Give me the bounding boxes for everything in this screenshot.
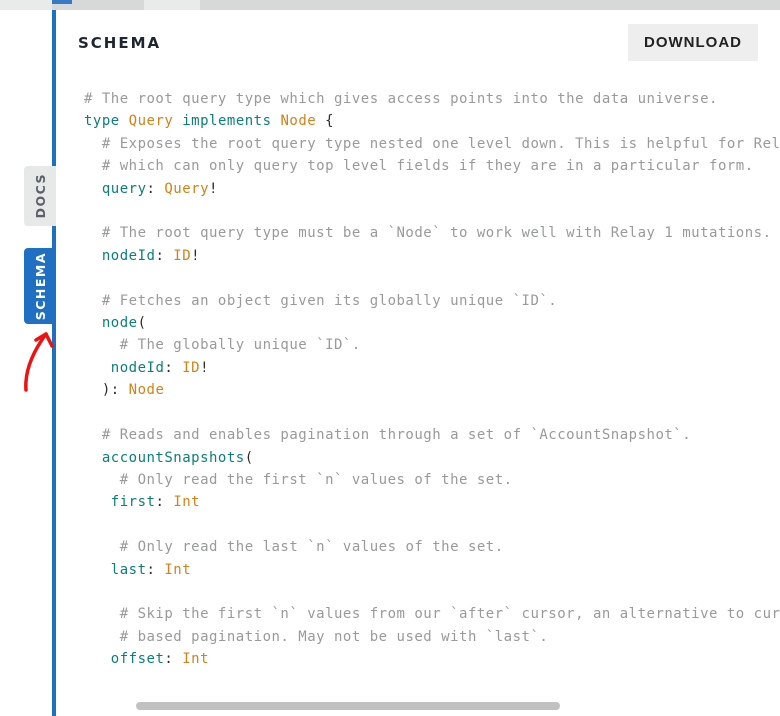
toolbar-seg-right bbox=[200, 0, 780, 10]
schema-code: # The root query type which gives access… bbox=[84, 88, 780, 671]
toolbar-accent bbox=[52, 0, 72, 4]
schema-panel: SCHEMA DOWNLOAD # The root query type wh… bbox=[56, 10, 780, 716]
scrollbar-thumb[interactable] bbox=[136, 702, 560, 710]
tab-docs-label: DOCS bbox=[33, 173, 48, 218]
tab-docs[interactable]: DOCS bbox=[24, 166, 56, 226]
schema-code-area[interactable]: # The root query type which gives access… bbox=[56, 88, 780, 696]
horizontal-scrollbar[interactable] bbox=[136, 702, 760, 710]
panel-title: SCHEMA bbox=[78, 34, 161, 52]
top-toolbar-strip bbox=[0, 0, 780, 10]
download-button[interactable]: DOWNLOAD bbox=[628, 24, 758, 61]
tab-schema[interactable]: SCHEMA bbox=[24, 248, 56, 324]
tab-schema-label: SCHEMA bbox=[33, 252, 48, 320]
panel-rail bbox=[52, 10, 56, 716]
panel-header: SCHEMA DOWNLOAD bbox=[56, 10, 780, 75]
